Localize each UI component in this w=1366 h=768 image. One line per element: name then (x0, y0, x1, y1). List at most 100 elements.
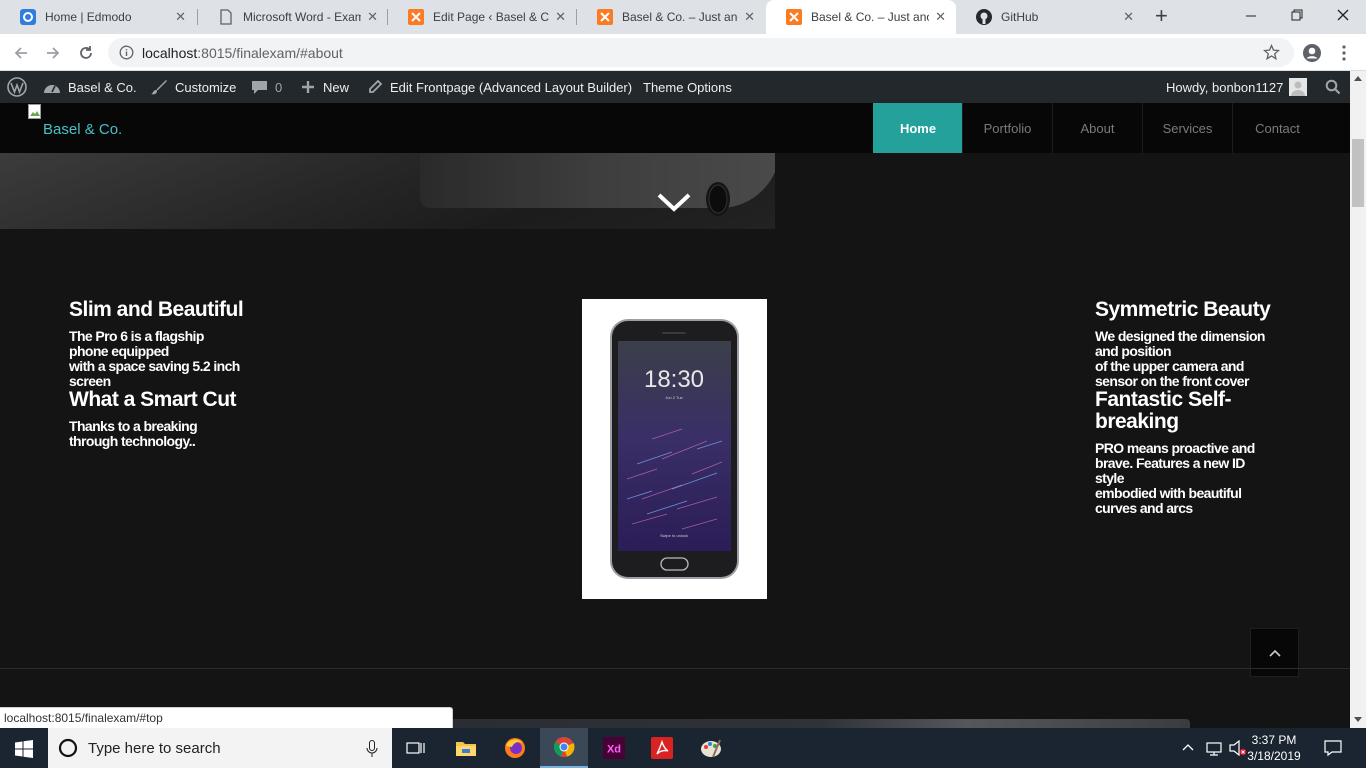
tab-github[interactable]: GitHub ✕ (956, 0, 1144, 34)
nav-contact[interactable]: Contact (1232, 103, 1322, 153)
wp-howdy[interactable]: Howdy, bonbon1127 (1166, 71, 1308, 103)
site-logo-alt-text: Basel & Co. (43, 121, 123, 138)
address-bar[interactable]: localhost:8015/finalexam/#about (108, 38, 1294, 67)
tab-title: Microsoft Word - Exam (243, 10, 362, 24)
wp-customize[interactable]: Customize (150, 71, 236, 103)
browser-tab-strip: Home | Edmodo ✕ Microsoft Word - Exam ✕ … (0, 0, 1366, 34)
taskbar-search-box[interactable]: Type here to search (48, 728, 392, 768)
microphone-icon[interactable] (366, 740, 378, 758)
wp-theme-options[interactable]: Theme Options (643, 71, 732, 103)
task-view-button[interactable] (392, 728, 440, 768)
adobe-xd-icon: Xd (603, 737, 625, 759)
star-icon[interactable] (1263, 44, 1280, 61)
site-header: Basel & Co. Home Portfolio About Service… (0, 103, 1352, 153)
clock-time: 3:37 PM (1251, 733, 1297, 747)
chrome-button[interactable] (540, 728, 588, 768)
scroll-down-arrow-icon[interactable] (1354, 717, 1362, 723)
menu-dots-icon[interactable] (1338, 44, 1350, 62)
wordpress-logo-button[interactable] (7, 71, 34, 103)
text-line: curves and arcs (1095, 500, 1193, 516)
wp-comments[interactable]: 0 (251, 71, 282, 103)
close-icon[interactable]: ✕ (175, 9, 186, 25)
windows-start-icon[interactable] (15, 740, 33, 758)
nav-services[interactable]: Services (1142, 103, 1232, 153)
nav-home[interactable]: Home (873, 103, 963, 153)
acrobat-icon (651, 737, 673, 759)
tab-word[interactable]: Microsoft Word - Exam ✕ (198, 0, 388, 34)
wp-site-name[interactable]: Basel & Co. (43, 71, 137, 103)
broken-image-icon (28, 104, 41, 119)
text-line: The Pro 6 is a flagship (69, 328, 204, 344)
chevron-up-icon (1268, 649, 1281, 657)
search-icon[interactable] (1325, 79, 1341, 95)
network-icon[interactable] (1204, 740, 1224, 756)
notifications-icon[interactable] (1324, 739, 1342, 757)
wp-edit-frontpage[interactable]: Edit Frontpage (Advanced Layout Builder) (367, 71, 632, 103)
wp-new[interactable]: New (300, 71, 349, 103)
url-text: localhost:8015/finalexam/#about (142, 45, 343, 61)
firefox-button[interactable] (491, 728, 539, 768)
firefox-icon (505, 738, 525, 758)
comment-icon (252, 81, 267, 94)
close-icon[interactable]: ✕ (744, 9, 755, 25)
close-icon[interactable]: ✕ (367, 9, 378, 25)
text-line: screen (69, 373, 111, 389)
taskbar-clock[interactable]: 3:37 PM 3/18/2019 (1244, 732, 1304, 764)
site-logo[interactable]: Basel & Co. (28, 104, 168, 152)
acrobat-button[interactable] (638, 728, 686, 768)
scrollbar-thumb[interactable] (1352, 139, 1364, 207)
lockscreen-unlock-hint: Swipe to unlock (660, 533, 688, 538)
feature-text-smart-cut: Thanks to a breaking through technology.… (69, 419, 198, 449)
scroll-to-top-button[interactable] (1250, 628, 1299, 677)
close-icon[interactable]: ✕ (555, 9, 566, 25)
tab-edmodo[interactable]: Home | Edmodo ✕ (0, 0, 196, 34)
windows-taskbar: Type here to search Xd 3:37 PM 3/18/2019 (0, 728, 1366, 768)
close-icon[interactable]: ✕ (935, 9, 946, 25)
close-icon[interactable]: ✕ (1123, 9, 1134, 25)
feature-text-self-breaking: PRO means proactive and brave. Features … (1095, 441, 1255, 516)
reload-icon[interactable] (77, 44, 95, 62)
paint-button[interactable] (687, 728, 735, 768)
edmodo-icon (20, 9, 36, 25)
dashboard-icon (44, 85, 60, 93)
wp-edit-frontpage-label: Edit Frontpage (Advanced Layout Builder) (390, 79, 633, 95)
back-arrow-icon[interactable] (12, 44, 30, 62)
tab-title: Edit Page ‹ Basel & Co. (433, 10, 550, 24)
file-explorer-button[interactable] (442, 728, 490, 768)
tab-edit-page[interactable]: Edit Page ‹ Basel & Co. ✕ (388, 0, 576, 34)
forward-arrow-icon[interactable] (44, 44, 62, 62)
phone-image: 18:30 Jun 2 Tue Swipe to unlock (582, 299, 767, 599)
adobe-xd-button[interactable]: Xd (590, 728, 638, 768)
chevron-down-icon[interactable] (656, 191, 692, 215)
close-window-icon[interactable] (1336, 8, 1350, 22)
wp-admin-bar: Basel & Co. Customize 0 New Edit Frontpa… (0, 71, 1352, 103)
tab-title: Basel & Co. – Just anoth (811, 10, 929, 24)
paint-palette-icon (701, 739, 721, 758)
tab-basel-active[interactable]: Basel & Co. – Just anoth ✕ (766, 0, 956, 34)
nav-portfolio[interactable]: Portfolio (962, 103, 1052, 153)
nav-about[interactable]: About (1052, 103, 1142, 153)
minimize-icon[interactable] (1244, 9, 1258, 23)
lockscreen-time: 18:30 (644, 366, 704, 393)
info-icon[interactable] (119, 45, 134, 60)
xampp-icon (786, 9, 802, 25)
wp-customize-label: Customize (175, 79, 237, 95)
hero-image (0, 153, 775, 229)
chevron-up-icon[interactable] (1182, 743, 1194, 751)
restore-icon[interactable] (1290, 8, 1304, 22)
text-line: and position (1095, 343, 1172, 359)
main-content: Slim and Beautiful The Pro 6 is a flagsh… (0, 153, 1350, 728)
profile-icon[interactable] (1302, 43, 1322, 63)
page-scrollbar[interactable] (1350, 71, 1366, 728)
status-url-tooltip: localhost:8015/finalexam/#top (0, 707, 453, 728)
new-tab-button[interactable]: + (1155, 5, 1168, 27)
wp-comments-count: 0 (275, 79, 283, 95)
scroll-up-arrow-icon[interactable] (1354, 75, 1362, 81)
tab-basel-1[interactable]: Basel & Co. – Just anoth ✕ (577, 0, 765, 34)
wp-site-name-label: Basel & Co. (68, 79, 137, 95)
camera-lens-icon (706, 182, 730, 216)
section-divider (0, 668, 1350, 669)
taskbar-search-placeholder: Type here to search (88, 740, 221, 757)
text-line: breaking (1095, 410, 1179, 433)
clock-date: 3/18/2019 (1247, 749, 1301, 763)
